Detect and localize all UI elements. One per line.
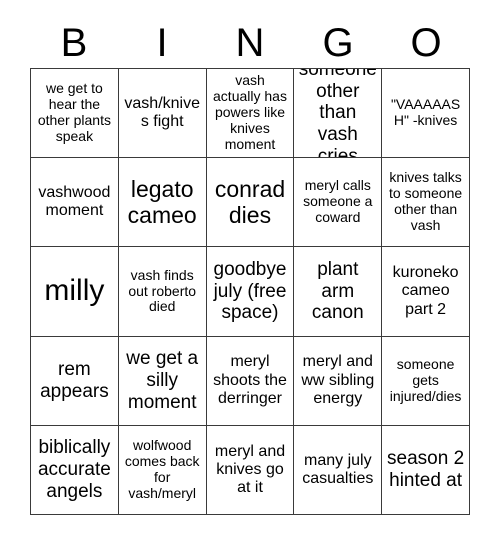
bingo-cell[interactable]: milly [31,247,119,337]
bingo-cell-text: someone other than vash cries [298,69,377,159]
bingo-cell-free-space[interactable]: goodbye july (free space) [206,247,295,337]
bingo-cell[interactable]: meryl and ww sibling energy [294,336,383,426]
bingo-cell[interactable]: wolfwood comes back for vash/meryl [118,425,207,515]
header-letter-g: G [322,21,354,65]
bingo-cell[interactable]: plant arm canon [294,247,383,337]
bingo-cell[interactable]: knives talks to someone other than vash [382,158,470,248]
bingo-header: B I N G O [30,18,470,68]
bingo-cell[interactable]: vash finds out roberto died [118,247,207,337]
bingo-cell-text: we get to hear the other plants speak [37,80,111,145]
bingo-cell-text: biblically accurate angels [37,437,111,502]
bingo-cell[interactable]: vash actually has powers like knives mom… [206,69,295,159]
bingo-cell[interactable]: season 2 hinted at [382,425,470,515]
bingo-cell-text: "VAAAAASH" -knives [390,96,461,129]
bingo-card: B I N G O we get to hear the other plant… [0,0,500,544]
bingo-cell-text: goodbye july (free space) [213,259,287,324]
bingo-cell[interactable]: "VAAAAASH" -knives [382,69,470,159]
bingo-cell-text: rem appears [40,359,109,402]
bingo-cell-text: kuroneko cameo part 2 [392,264,459,318]
bingo-cell[interactable]: legato cameo [118,158,207,248]
bingo-cell-text: wolfwood comes back for vash/meryl [124,436,200,501]
bingo-cell[interactable]: kuroneko cameo part 2 [382,247,470,337]
header-letter-b: B [60,21,88,65]
bingo-cell-text: legato cameo [127,176,197,229]
bingo-cell-text: vashwood moment [38,184,111,220]
header-letter-i: I [156,21,168,65]
bingo-cell[interactable]: someone gets injured/dies [382,336,470,426]
bingo-grid: we get to hear the other plants speak va… [30,68,470,515]
bingo-cell[interactable]: meryl calls someone a coward [294,158,383,248]
bingo-cell-text: meryl shoots the derringer [213,353,287,407]
bingo-cell[interactable]: many july casualties [294,425,383,515]
bingo-cell-text: we get a silly moment [126,348,199,413]
bingo-cell[interactable]: biblically accurate angels [31,425,119,515]
bingo-cell[interactable]: vashwood moment [31,158,119,248]
bingo-cell-text: conrad dies [214,176,286,229]
bingo-cell-text: vash actually has powers like knives mom… [213,72,287,153]
bingo-cell[interactable]: conrad dies [206,158,295,248]
header-letter-o: O [410,21,442,65]
bingo-cell-text: someone gets injured/dies [389,355,462,404]
bingo-cell-text: meryl and knives go at it [214,442,286,496]
bingo-cell[interactable]: vash/knives fight [118,69,207,159]
bingo-cell-text: many july casualties [302,451,374,487]
bingo-cell[interactable]: meryl shoots the derringer [206,336,295,426]
bingo-cell-text: knives talks to someone other than vash [389,169,463,234]
bingo-cell[interactable]: we get a silly moment [118,336,207,426]
bingo-cell-text: meryl calls someone a coward [303,177,373,226]
bingo-cell[interactable]: meryl and knives go at it [206,425,295,515]
bingo-cell-text: vash/knives fight [124,94,200,131]
bingo-cell-text: meryl and ww sibling energy [301,353,375,407]
bingo-cell-text: season 2 hinted at [387,448,465,491]
bingo-cell[interactable]: someone other than vash cries [294,69,383,159]
bingo-cell-text: vash finds out roberto died [128,266,197,315]
header-letter-n: N [235,21,265,65]
bingo-cell[interactable]: we get to hear the other plants speak [31,69,119,159]
bingo-cell-text: plant arm canon [311,259,364,324]
bingo-cell-text: milly [44,274,105,308]
bingo-cell[interactable]: rem appears [31,336,119,426]
